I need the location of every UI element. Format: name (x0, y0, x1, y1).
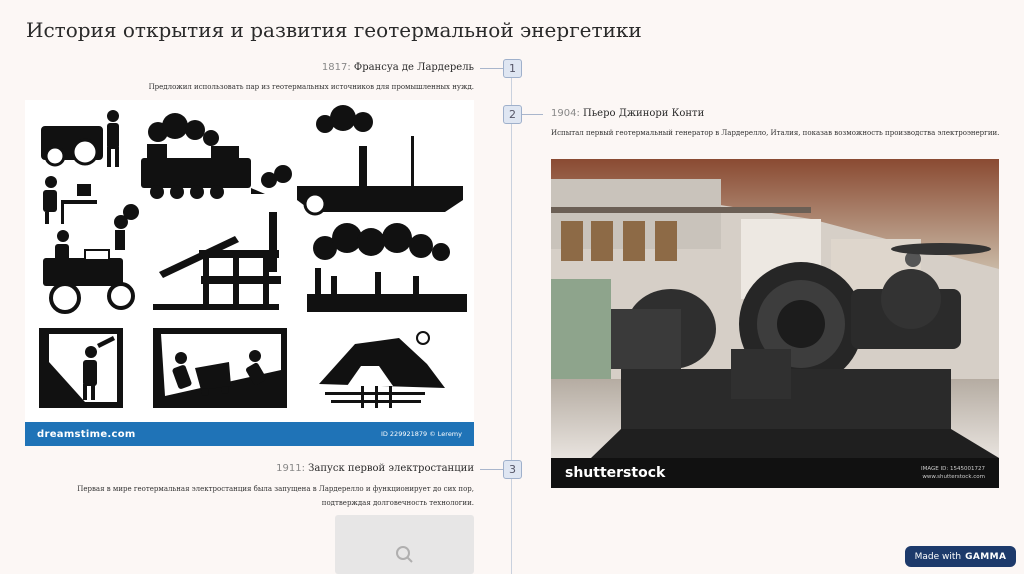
event-1-heading: 1817: Франсуа де Лардерель (322, 62, 474, 73)
event-1-year: 1817: (321, 62, 351, 73)
timeline-marker-3[interactable]: 3 (503, 460, 522, 479)
event-1-description: Предложил использовать пар из геотермаль… (148, 83, 474, 91)
image-search-icon (396, 546, 413, 563)
event-3-name: Запуск первой электростанции (308, 463, 474, 474)
shutterstock-brand: shutterstock (565, 465, 666, 481)
gamma-brand: GAMMA (965, 551, 1007, 562)
shutterstock-watermark-bar: shutterstock IMAGE ID: 1545001727 www.sh… (551, 458, 999, 488)
event-1-name: Франсуа де Лардерель (353, 62, 474, 73)
shutterstock-image-info: IMAGE ID: 1545001727 www.shutterstock.co… (921, 465, 985, 481)
page-title: История открытия и развития геотермально… (26, 18, 642, 42)
event-3-year: 1911: (276, 463, 305, 474)
industrial-pictograms-illustration (39, 105, 467, 408)
timeline-connector-2 (521, 114, 543, 115)
dreamstime-brand: dreamstime.com (37, 428, 136, 440)
power-station-generator-illustration (551, 159, 999, 458)
made-with-gamma-badge[interactable]: Made with GAMMA (905, 546, 1016, 567)
event-2-name: Пьеро Джинори Конти (583, 108, 705, 119)
dreamstime-image-id: ID 229921879 © Leremy (380, 430, 462, 438)
made-with-label: Made with (914, 551, 962, 562)
event-2-year: 1904: (551, 108, 580, 119)
dreamstime-watermark-bar: dreamstime.com ID 229921879 © Leremy (25, 422, 474, 446)
timeline-connector-1 (480, 68, 503, 69)
event-3-heading: 1911: Запуск первой электростанции (276, 463, 474, 474)
generator-photo: shutterstock IMAGE ID: 1545001727 www.sh… (551, 159, 999, 488)
event-3-description: Первая в мире геотермальная электростанц… (77, 485, 474, 507)
timeline-marker-2[interactable]: 2 (503, 105, 522, 124)
pictogram-image: dreamstime.com ID 229921879 © Leremy (25, 100, 474, 446)
timeline-line (511, 68, 512, 574)
image-placeholder[interactable] (335, 515, 474, 574)
timeline-marker-1[interactable]: 1 (503, 59, 522, 78)
event-2-heading: 1904: Пьеро Джинори Конти (551, 108, 704, 119)
event-2-description: Испытал первый геотермальный генератор в… (551, 129, 1000, 137)
timeline-connector-3 (480, 469, 503, 470)
shutterstock-image-id: IMAGE ID: 1545001727 (921, 466, 985, 472)
shutterstock-site: www.shutterstock.com (922, 474, 985, 480)
